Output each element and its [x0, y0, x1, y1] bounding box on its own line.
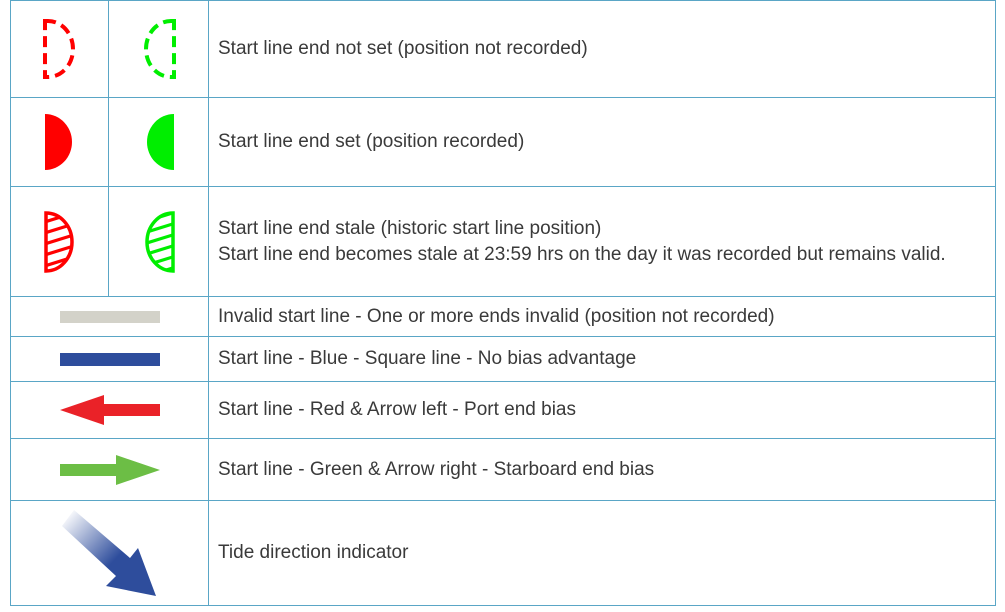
row-description-line1: Start line end stale (historic start lin…	[218, 217, 602, 239]
icon-cell	[10, 500, 209, 606]
icon-cell	[108, 186, 209, 297]
table-row: Start line end stale (historic start lin…	[10, 186, 996, 297]
legend-table: Start line end not set (position not rec…	[10, 0, 996, 606]
table-row: Start line - Green & Arrow right - Starb…	[10, 438, 996, 501]
table-row: Start line - Red & Arrow left - Port end…	[10, 381, 996, 439]
table-row: Tide direction indicator	[10, 500, 996, 606]
row-description: Start line end stale (historic start lin…	[208, 186, 996, 297]
row-description: Start line - Blue - Square line - No bia…	[208, 336, 996, 382]
green-arrow-right-icon	[59, 454, 160, 485]
icon-cell	[10, 381, 209, 439]
row-description: Tide direction indicator	[208, 500, 996, 606]
table-row: Start line end set (position recorded)	[10, 97, 996, 187]
red-hatched-half-circle-icon	[43, 210, 74, 273]
blue-line-icon	[59, 352, 160, 366]
table-row: Start line end not set (position not rec…	[10, 0, 996, 98]
row-description: Start line end set (position recorded)	[208, 97, 996, 187]
gray-line-icon	[59, 310, 160, 323]
icon-cell	[10, 97, 109, 187]
red-filled-half-circle-icon	[44, 114, 72, 170]
row-description-line2: Start line end becomes stale at 23:59 hr…	[218, 243, 946, 265]
icon-cell	[10, 438, 209, 501]
icon-cell	[108, 0, 209, 98]
icon-cell	[10, 186, 109, 297]
row-description: Start line end not set (position not rec…	[208, 0, 996, 98]
icon-cell	[10, 0, 109, 98]
row-description: Start line - Green & Arrow right - Starb…	[208, 438, 996, 501]
red-dashed-half-circle-icon	[42, 19, 75, 79]
icon-cell	[10, 296, 209, 337]
green-hatched-half-circle-icon	[144, 210, 175, 273]
row-description: Start line - Red & Arrow left - Port end…	[208, 381, 996, 439]
icon-cell	[10, 336, 209, 382]
red-arrow-left-icon	[59, 395, 160, 425]
table-row: Start line - Blue - Square line - No bia…	[10, 336, 996, 382]
table-row: Invalid start line - One or more ends in…	[10, 296, 996, 337]
icon-cell	[108, 97, 209, 187]
tide-direction-arrow-icon	[61, 510, 156, 596]
row-description: Invalid start line - One or more ends in…	[208, 296, 996, 337]
green-filled-half-circle-icon	[146, 114, 174, 170]
green-dashed-half-circle-icon	[143, 19, 176, 79]
